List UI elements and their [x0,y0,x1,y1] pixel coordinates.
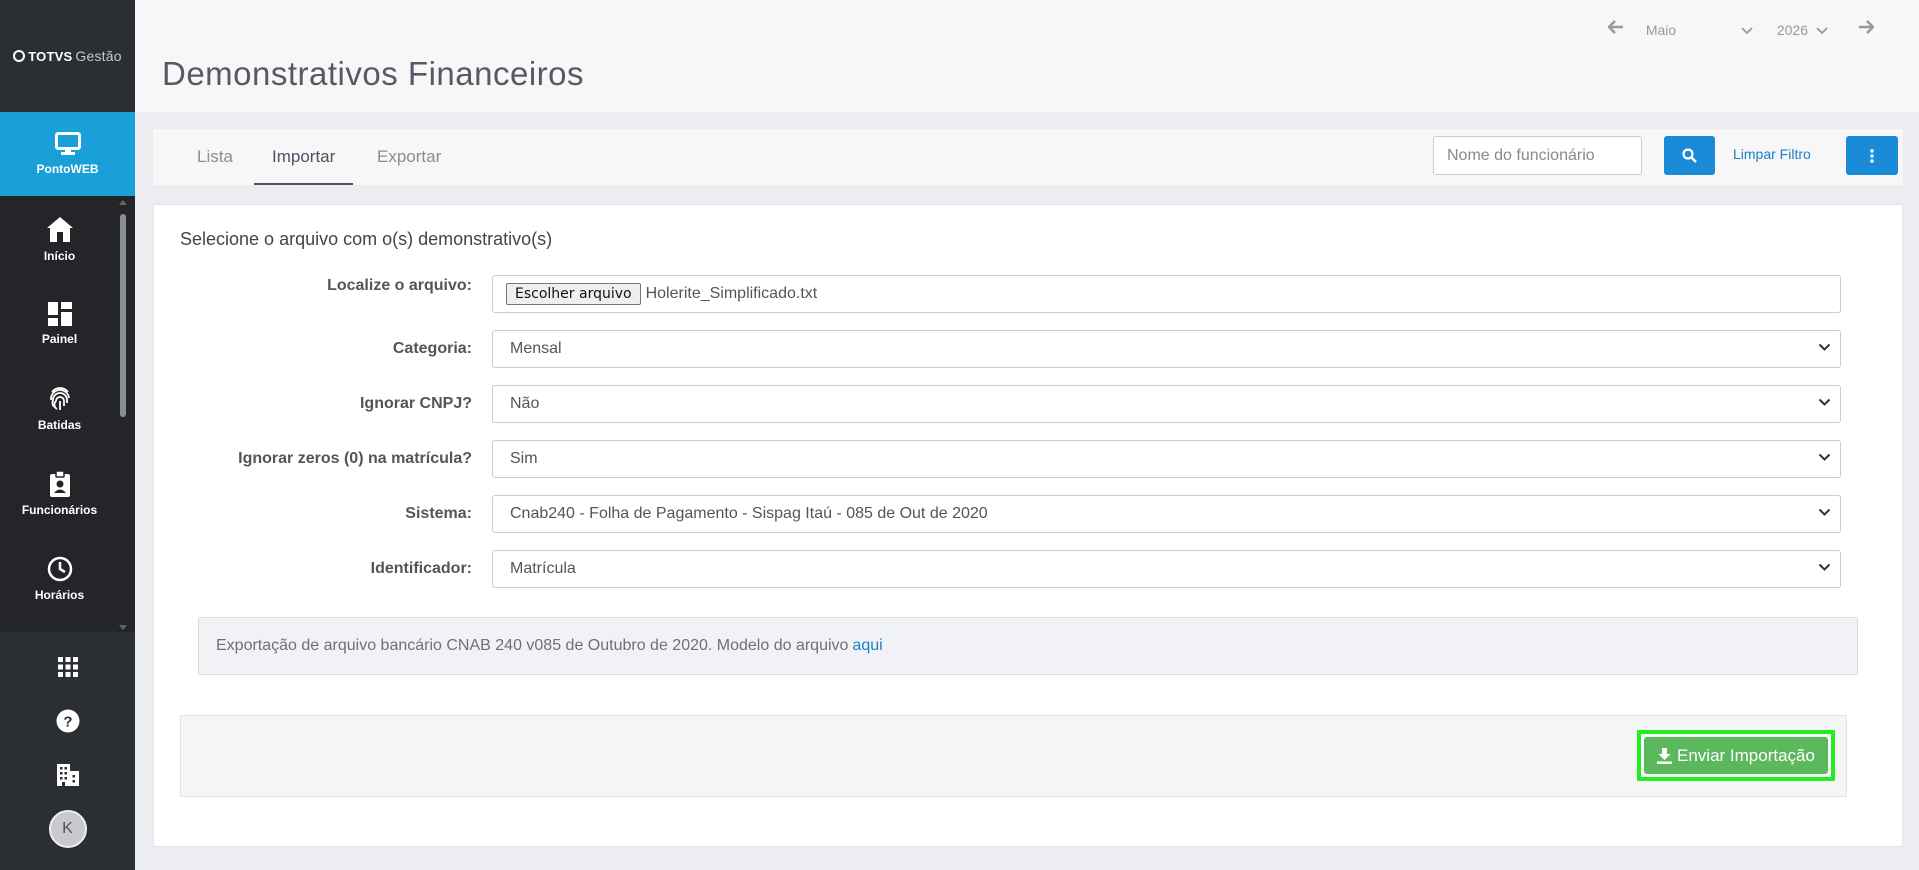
dashboard-icon [47,301,72,326]
sidebar-item-label: Batidas [37,417,82,432]
building-icon [56,764,79,786]
sidebar-item-label: Painel [41,331,78,346]
vertical-dots-icon [1870,148,1874,163]
clock-icon [47,556,72,581]
choose-file-button[interactable]: Escolher arquivo [506,283,641,305]
ignorar-cnpj-select[interactable]: Não [492,385,1841,423]
file-name: Holerite_Simplificado.txt [645,285,818,302]
home-icon [46,216,73,242]
sidebar-menu: Início Painel Batidas Funcionários Horár… [0,196,135,632]
logo-brand: TOTVS [28,48,73,64]
page-header: Demonstrativos Financeiros Maio 2026 [135,0,1919,112]
year-select[interactable]: 2026 [1777,22,1808,38]
identificador-label: Identificador: [370,560,472,577]
svg-text:?: ? [63,714,72,731]
sidebar-item-batidas[interactable]: Batidas [0,366,135,451]
previous-period-icon[interactable] [1607,20,1624,39]
tab-exportar[interactable]: Exportar [359,129,459,185]
ignorar-zeros-value: Sim [510,450,538,467]
sidebar-item-horarios[interactable]: Horários [0,536,135,621]
sidebar-item-label: Início [43,248,76,263]
search-icon [1682,148,1697,163]
apps-button[interactable] [0,640,135,694]
logo[interactable]: TOTVS Gestão [0,0,135,112]
identificador-select[interactable]: Matrícula [492,550,1841,588]
form-footer: Enviar Importação [180,715,1847,797]
chevron-down-icon [1818,398,1831,406]
year-chevron-down-icon[interactable] [1816,22,1828,38]
chevron-down-icon [1818,563,1831,571]
sidebar-item-funcionarios[interactable]: Funcionários [0,451,135,536]
ignorar-zeros-select[interactable]: Sim [492,440,1841,478]
monitor-icon [54,132,81,155]
identificador-row: Identificador: Matrícula [154,550,1904,590]
chevron-down-icon [1818,453,1831,461]
file-input[interactable]: Escolher arquivo Holerite_Simplificado.t… [492,275,1841,313]
search-button[interactable] [1664,136,1715,175]
chevron-down-icon [1818,508,1831,516]
model-file-link[interactable]: aqui [852,637,882,655]
company-button[interactable] [0,748,135,802]
file-label: Localize o arquivo: [327,277,472,294]
sidebar-item-painel[interactable]: Painel [0,281,135,366]
sidebar-bottom: ? K [0,640,135,856]
ignorar-zeros-label: Ignorar zeros (0) na matrícula? [238,450,472,467]
sidebar: TOTVS Gestão PontoWEB Início Painel Bati… [0,0,135,870]
categoria-select[interactable]: Mensal [492,330,1841,368]
clear-filter-link[interactable]: Limpar Filtro [1733,146,1811,162]
ignorar-cnpj-label: Ignorar CNPJ? [359,395,472,412]
sistema-select[interactable]: Cnab240 - Folha de Pagamento - Sispag It… [492,495,1841,533]
sistema-label: Sistema: [405,505,472,522]
logo-product: Gestão [75,48,122,64]
help-button[interactable]: ? [0,694,135,748]
help-icon: ? [56,709,79,733]
user-menu[interactable]: K [0,802,135,856]
categoria-row: Categoria: Mensal [154,330,1904,370]
submit-label: Enviar Importação [1677,745,1815,765]
categoria-label: Categoria: [392,340,472,357]
employee-search-input[interactable] [1433,136,1642,175]
sidebar-item-label: Funcionários [21,502,98,517]
sidebar-item-inicio[interactable]: Início [0,196,135,281]
ignorar-cnpj-row: Ignorar CNPJ? Não [154,385,1904,425]
month-select[interactable]: Maio [1646,22,1741,38]
logo-mark-icon [13,50,26,62]
scroll-up-icon[interactable] [119,200,127,205]
info-box: Exportação de arquivo bancário CNAB 240 … [198,617,1858,675]
sidebar-item-label: Horários [34,587,85,602]
info-text: Exportação de arquivo bancário CNAB 240 … [216,637,849,654]
card-title: Selecione o arquivo com o(s) demonstrati… [180,229,553,249]
file-row: Localize o arquivo: Escolher arquivo Hol… [154,275,1904,315]
sidebar-scrollbar[interactable] [119,200,127,630]
ignorar-zeros-row: Ignorar zeros (0) na matrícula? Sim [154,440,1904,480]
period-selector: Maio 2026 [1607,20,1875,39]
tab-importar[interactable]: Importar [254,129,354,185]
categoria-value: Mensal [510,340,562,357]
identificador-value: Matrícula [510,560,576,577]
fingerprint-icon [49,386,70,410]
submit-import-button[interactable]: Enviar Importação [1644,737,1828,774]
month-chevron-down-icon[interactable] [1741,22,1753,38]
tab-bar: Lista Importar Exportar Limpar Filtro [153,129,1903,185]
next-period-icon[interactable] [1858,20,1875,39]
sistema-row: Sistema: Cnab240 - Folha de Pagamento - … [154,495,1904,535]
avatar: K [48,810,87,848]
page-title: Demonstrativos Financeiros [162,55,584,92]
apps-grid-icon [57,657,78,677]
ignorar-cnpj-value: Não [510,395,540,412]
download-icon [1657,747,1673,764]
sistema-value: Cnab240 - Folha de Pagamento - Sispag It… [510,505,988,522]
more-options-button[interactable] [1846,136,1898,175]
submit-highlight: Enviar Importação [1637,730,1835,781]
app-label: PontoWEB [36,162,99,176]
chevron-down-icon [1818,343,1831,351]
app-pontoweb[interactable]: PontoWEB [0,112,135,205]
badge-icon [49,470,70,497]
scroll-thumb[interactable] [120,214,126,417]
scroll-down-icon[interactable] [119,625,127,630]
tab-lista[interactable]: Lista [179,129,251,185]
import-card: Selecione o arquivo com o(s) demonstrati… [153,204,1903,847]
